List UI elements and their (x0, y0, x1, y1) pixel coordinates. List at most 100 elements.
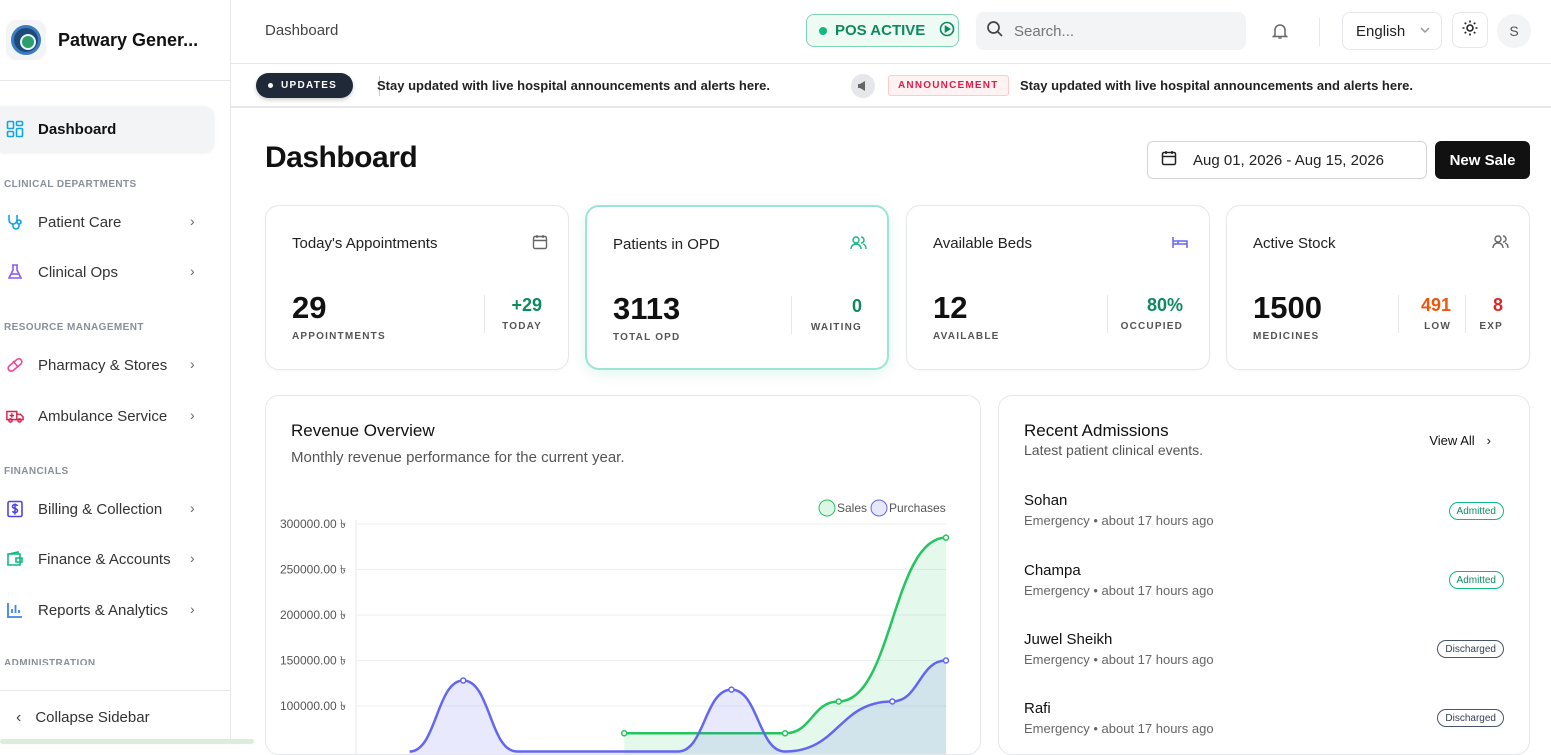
data-point-purchases (461, 678, 466, 683)
card-value: 29 (292, 290, 326, 326)
divider (791, 296, 792, 334)
chevron-down-icon (1419, 23, 1431, 40)
stat-value: 80% (1147, 295, 1183, 316)
chevron-right-icon: › (190, 550, 195, 566)
sidebar-item-patient-care[interactable]: Patient Care › (0, 199, 214, 245)
legend-swatch-purchases (871, 500, 887, 516)
stat-card-appointments[interactable]: Today's Appointments 29 APPOINTMENTS +29… (265, 205, 569, 370)
stat-card-opd[interactable]: Patients in OPD 3113 TOTAL OPD 0 WAITING (585, 205, 889, 370)
hospital-logo-icon (6, 20, 46, 60)
sidebar-item-finance-accounts[interactable]: Finance & Accounts › (0, 536, 214, 582)
admission-row[interactable]: Sohan Emergency • about 17 hours ago (1024, 492, 1214, 528)
wallet-icon (6, 550, 24, 568)
announcement-badge: ANNOUNCEMENT (888, 75, 1009, 96)
y-tick-label: 250000.00 ৳ (280, 563, 346, 577)
status-badge: Admitted (1449, 502, 1504, 520)
divider (1465, 295, 1466, 333)
brand-name: Patwary Gener... (58, 30, 198, 51)
sidebar-item-label: Reports & Analytics (38, 602, 168, 619)
brand[interactable]: Patwary Gener... (0, 0, 230, 81)
dot-icon (268, 83, 273, 88)
divider (1398, 295, 1399, 333)
stat-label-exp: EXP (1479, 321, 1503, 332)
status-dot-icon (819, 27, 827, 35)
stat-value-low: 491 (1421, 295, 1451, 316)
section-resource-management: RESOURCE MANAGEMENT (4, 322, 144, 333)
stat-label-low: LOW (1424, 321, 1451, 332)
updates-label: UPDATES (281, 80, 337, 91)
patient-name: Sohan (1024, 492, 1214, 509)
ticker-message: Stay updated with live hospital announce… (1020, 78, 1413, 93)
sidebar-item-dashboard[interactable]: Dashboard (0, 106, 214, 152)
date-range-picker[interactable]: Aug 01, 2026 - Aug 15, 2026 (1147, 141, 1427, 179)
pos-active-button[interactable]: POS ACTIVE (806, 14, 959, 47)
recent-admissions-panel: Recent Admissions Latest patient clinica… (998, 395, 1530, 755)
section-administration: ADMINISTRATION (4, 658, 96, 665)
calendar-icon (532, 234, 548, 255)
card-title: Patients in OPD (613, 236, 720, 253)
stat-card-stock[interactable]: Active Stock 1500 MEDICINES 491 LOW 8 EX… (1226, 205, 1530, 370)
stat-value: 0 (852, 296, 862, 317)
calendar-icon (1161, 150, 1177, 170)
sidebar-item-clinical-ops[interactable]: Clinical Ops › (0, 249, 214, 295)
legend-swatch-sales (819, 500, 835, 516)
sidebar-item-ambulance[interactable]: Ambulance Service › (0, 393, 214, 439)
view-all-link[interactable]: View All › (1429, 433, 1491, 448)
stat-label: WAITING (811, 322, 862, 333)
language-select[interactable]: English (1342, 12, 1442, 50)
chevron-left-icon: ‹ (16, 709, 21, 727)
user-avatar[interactable]: S (1497, 14, 1531, 48)
bed-icon (1171, 234, 1189, 255)
stat-card-beds[interactable]: Available Beds 12 AVAILABLE 80% OCCUPIED (906, 205, 1210, 370)
card-label: MEDICINES (1253, 331, 1319, 342)
divider (1319, 18, 1320, 46)
search-bar[interactable] (976, 12, 1246, 50)
collapse-sidebar-button[interactable]: ‹ Collapse Sidebar (0, 690, 230, 744)
chevron-right-icon: › (190, 263, 195, 279)
y-tick-label: 200000.00 ৳ (280, 608, 346, 622)
stat-label: TODAY (502, 321, 542, 332)
sidebar-item-label: Finance & Accounts (38, 551, 171, 568)
card-label: AVAILABLE (933, 331, 1000, 342)
card-label: TOTAL OPD (613, 332, 680, 343)
divider (1107, 295, 1108, 333)
y-tick-label: 150000.00 ৳ (280, 654, 346, 668)
sidebar-item-label: Billing & Collection (38, 501, 162, 518)
patient-name: Rafi (1024, 700, 1214, 717)
sidebar-item-pharmacy-stores[interactable]: Pharmacy & Stores › (0, 342, 214, 388)
patient-meta: Emergency • about 17 hours ago (1024, 583, 1214, 598)
section-financials: FINANCIALS (4, 466, 69, 477)
updates-pill: UPDATES (256, 73, 353, 98)
chevron-right-icon: › (190, 500, 195, 516)
stat-value-exp: 8 (1493, 295, 1503, 316)
search-input[interactable] (1014, 23, 1234, 40)
theme-toggle-button[interactable] (1452, 12, 1488, 48)
chevron-right-icon: › (190, 601, 195, 617)
play-circle-icon (939, 21, 955, 41)
stethoscope-icon (6, 213, 24, 231)
sidebar-item-label: Ambulance Service (38, 408, 167, 425)
pill-icon (6, 356, 24, 374)
breadcrumb[interactable]: Dashboard (265, 22, 338, 39)
card-value: 1500 (1253, 290, 1322, 326)
sidebar-item-reports[interactable]: Reports & Analytics › (0, 587, 214, 633)
admission-row[interactable]: Champa Emergency • about 17 hours ago (1024, 562, 1214, 598)
data-point-sales (622, 731, 627, 736)
sidebar-scrollbar[interactable] (0, 739, 254, 744)
flask-icon (6, 263, 24, 281)
revenue-chart[interactable]: 300000.00 ৳ 250000.00 ৳ 200000.00 ৳ 150000.… (266, 396, 981, 755)
sidebar: Patwary Gener... Dashboard CLINICAL DEPA… (0, 0, 231, 744)
bell-icon[interactable] (1271, 22, 1289, 45)
card-value: 3113 (613, 291, 680, 327)
admission-row[interactable]: Rafi Emergency • about 17 hours ago (1024, 700, 1214, 736)
legend-label-purchases: Purchases (889, 501, 946, 515)
section-clinical-departments: CLINICAL DEPARTMENTS (4, 179, 137, 190)
admission-row[interactable]: Juwel Sheikh Emergency • about 17 hours … (1024, 631, 1214, 667)
patient-meta: Emergency • about 17 hours ago (1024, 513, 1214, 528)
divider (484, 295, 485, 333)
new-sale-button[interactable]: New Sale (1435, 141, 1530, 179)
sidebar-item-label: Patient Care (38, 214, 121, 231)
revenue-overview-panel: Revenue Overview Monthly revenue perform… (265, 395, 981, 755)
y-tick-label: 300000.00 ৳ (280, 517, 346, 531)
sidebar-item-billing[interactable]: Billing & Collection › (0, 486, 214, 532)
